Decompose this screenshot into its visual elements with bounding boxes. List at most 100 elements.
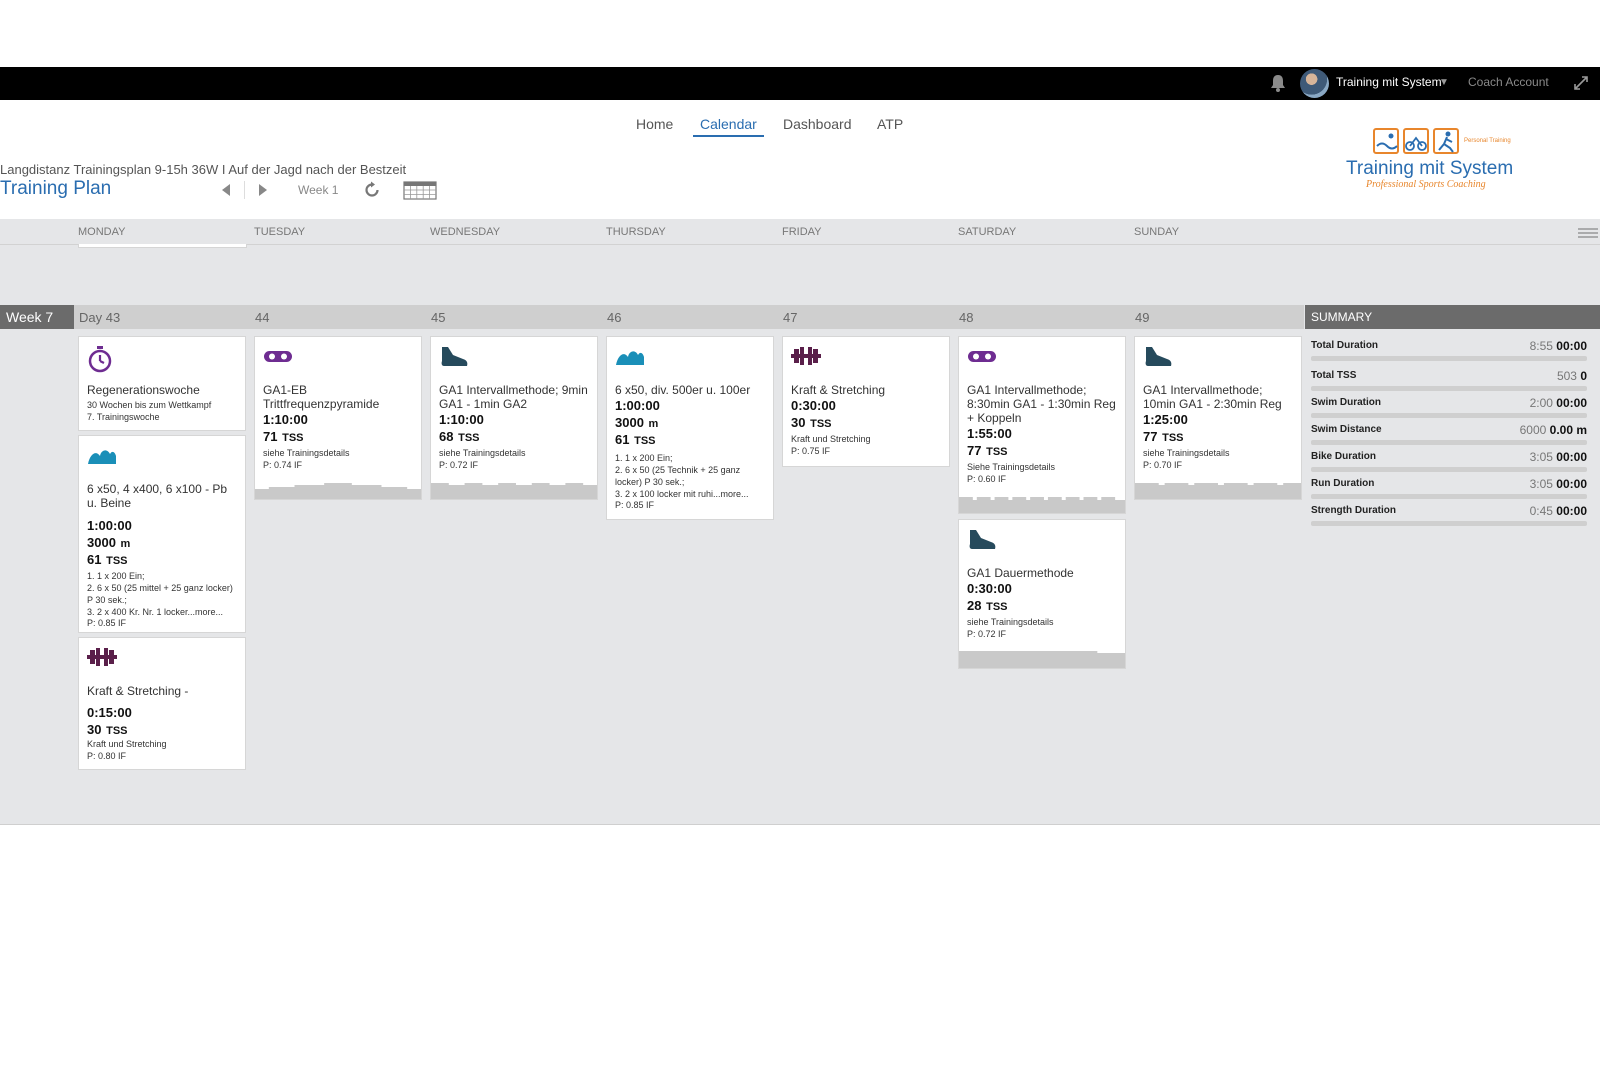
summary-row: Swim Distance 6000 0.00 m xyxy=(1311,423,1587,450)
workout-title: Kraft & Stretching xyxy=(791,383,886,397)
stopwatch-icon xyxy=(88,346,112,373)
svg-text:Personal Training: Personal Training xyxy=(1464,138,1511,144)
workout-description: siehe Trainingsdetails xyxy=(967,617,1054,627)
workout-intensity: P: 0.72 IF xyxy=(967,629,1007,639)
nav-home[interactable]: Home xyxy=(636,116,673,132)
svg-text:Professional Sports Coaching: Professional Sports Coaching xyxy=(1365,179,1486,190)
summary-row: Swim Duration 2:00 00:00 xyxy=(1311,396,1587,423)
refresh-icon[interactable] xyxy=(363,181,381,199)
avatar[interactable] xyxy=(1300,69,1329,98)
workout-description: 1. 1 x 200 Ein; 2. 6 x 50 (25 Technik + … xyxy=(615,453,749,499)
swim-wave-icon xyxy=(616,351,644,365)
day-header-tuesday: TUESDAY xyxy=(254,226,306,238)
workout-tss: 61 TSS xyxy=(615,432,656,447)
week-row-header xyxy=(0,305,1304,329)
nav-active-underline xyxy=(693,135,764,137)
user-menu-name[interactable]: Training mit System xyxy=(1336,75,1442,89)
bike-chain-icon xyxy=(968,351,996,362)
week-selector[interactable]: Week 1 xyxy=(298,183,338,197)
summary-row: Total TSS 503 0 xyxy=(1311,369,1587,396)
workout-card[interactable]: GA1 Intervallmethode; 8:30min GA1 - 1:30… xyxy=(958,336,1126,514)
bell-icon[interactable] xyxy=(1268,73,1288,93)
workout-intensity: P: 0.80 IF xyxy=(87,751,127,761)
workout-description: siehe Trainingsdetails xyxy=(263,448,350,458)
intensity-profile-chart xyxy=(255,483,421,499)
intensity-profile-chart xyxy=(959,497,1125,513)
day-header-wednesday: WEDNESDAY xyxy=(430,226,501,238)
workout-title: GA1 Intervallmethode; 10min GA1 - 2:30mi… xyxy=(1143,383,1282,411)
workout-duration: 1:10:00 xyxy=(263,412,308,427)
workout-intensity: P: 0.72 IF xyxy=(439,460,479,470)
workout-card[interactable]: Kraft & Stretching - 0:15:00 30 TSS Kraf… xyxy=(78,637,246,770)
plan-subtitle: Langdistanz Trainingsplan 9-15h 36W I Au… xyxy=(0,162,407,177)
expand-icon[interactable] xyxy=(1572,74,1590,92)
workout-card[interactable]: GA1 Intervallmethode; 9min GA1 - 1min GA… xyxy=(430,336,598,500)
page-title: Training Plan xyxy=(0,178,112,199)
chevron-down-icon[interactable]: ▼ xyxy=(1439,77,1449,88)
run-shoe-icon xyxy=(969,530,996,549)
summary-row: Strength Duration 0:45 00:00 xyxy=(1311,504,1587,531)
workout-title: GA1 Dauermethode xyxy=(967,566,1074,580)
workout-tss: 77 TSS xyxy=(1143,429,1184,444)
workout-description: 1. 1 x 200 Ein; 2. 6 x 50 (25 mittel + 2… xyxy=(87,571,233,617)
workout-duration: 0:15:00 xyxy=(87,705,132,720)
week-label: Week 7 xyxy=(0,305,74,329)
coach-account-link[interactable]: Coach Account xyxy=(1468,75,1549,89)
workout-card[interactable]: Regenerationswoche 30 Wochen bis zum Wet… xyxy=(78,336,246,431)
intensity-profile-chart xyxy=(959,651,1125,668)
workout-description: Kraft und Stretching xyxy=(791,434,871,444)
nav-dashboard[interactable]: Dashboard xyxy=(783,116,852,132)
workout-duration: 0:30:00 xyxy=(967,581,1012,596)
summary-row: Total Duration 8:55 00:00 xyxy=(1311,339,1587,366)
workout-card[interactable]: GA1 Dauermethode 0:30:00 28 TSS siehe Tr… xyxy=(958,519,1126,669)
workout-duration: 1:00:00 xyxy=(87,518,132,533)
day-number: 49 xyxy=(1135,310,1150,325)
day-number: 45 xyxy=(431,310,446,325)
workout-card[interactable]: GA1 Intervallmethode; 10min GA1 - 2:30mi… xyxy=(1134,336,1302,500)
day-number: 44 xyxy=(255,310,270,325)
day-header-friday: FRIDAY xyxy=(782,226,822,238)
run-shoe-icon xyxy=(441,347,468,366)
workout-duration: 1:25:00 xyxy=(1143,412,1188,427)
workout-duration: 1:10:00 xyxy=(439,412,484,427)
workout-title: Regenerationswoche xyxy=(87,383,200,397)
intensity-profile-chart xyxy=(431,483,597,499)
workout-title: GA1 Intervallmethode; 8:30min GA1 - 1:30… xyxy=(967,383,1116,425)
workout-intensity: P: 0.74 IF xyxy=(263,460,303,470)
workout-title: Kraft & Stretching - xyxy=(87,684,189,698)
workout-duration: 0:30:00 xyxy=(791,398,836,413)
previous-week-card-stub xyxy=(78,244,247,248)
workout-description: siehe Trainingsdetails xyxy=(1143,448,1230,458)
workout-card[interactable]: 6 x50, 4 x400, 6 x100 - Pb u. Beine 1:00… xyxy=(78,435,246,633)
workout-duration: 1:00:00 xyxy=(615,398,660,413)
workout-description: Siehe Trainingsdetails xyxy=(967,462,1056,472)
workout-description: Kraft und Stretching xyxy=(87,739,167,749)
nav-atp[interactable]: ATP xyxy=(877,116,903,132)
workout-title: 6 x50, 4 x400, 6 x100 - Pb u. Beine xyxy=(87,482,228,510)
dumbbell-icon xyxy=(791,347,821,365)
day-header-thursday: THURSDAY xyxy=(606,226,666,238)
workout-card[interactable]: Kraft & Stretching 0:30:00 30 TSS Kraft … xyxy=(782,336,950,467)
day-number: Day 43 xyxy=(79,310,121,325)
day-header-monday: MONDAY xyxy=(78,226,126,238)
workout-tss: 61 TSS xyxy=(87,552,128,567)
svg-text:Training mit System: Training mit System xyxy=(1346,158,1513,179)
day-number: 46 xyxy=(607,310,622,325)
intensity-profile-chart xyxy=(1135,483,1301,499)
workout-card[interactable]: 6 x50, div. 500er u. 100er 1:00:00 3000 … xyxy=(606,336,774,520)
workout-duration: 1:55:00 xyxy=(967,426,1012,441)
workout-title: GA1-EB Trittfrequenzpyramide xyxy=(263,383,380,411)
calendar-icon[interactable] xyxy=(403,180,437,200)
previous-week-arrow-icon[interactable] xyxy=(219,182,233,198)
menu-icon[interactable] xyxy=(1578,228,1598,238)
run-shoe-icon xyxy=(1145,347,1172,366)
workout-intensity: P: 0.75 IF xyxy=(791,446,831,456)
nav-calendar[interactable]: Calendar xyxy=(700,116,757,132)
workout-description: siehe Trainingsdetails xyxy=(439,448,526,458)
next-week-arrow-icon[interactable] xyxy=(256,182,270,198)
workout-title: 6 x50, div. 500er u. 100er xyxy=(615,383,751,397)
workout-description: 30 Wochen bis zum Wettkampf 7. Trainings… xyxy=(87,400,212,422)
workout-distance: 3000 m xyxy=(87,535,131,550)
day-number: 48 xyxy=(959,310,974,325)
workout-card[interactable]: GA1-EB Trittfrequenzpyramide 1:10:00 71 … xyxy=(254,336,422,500)
